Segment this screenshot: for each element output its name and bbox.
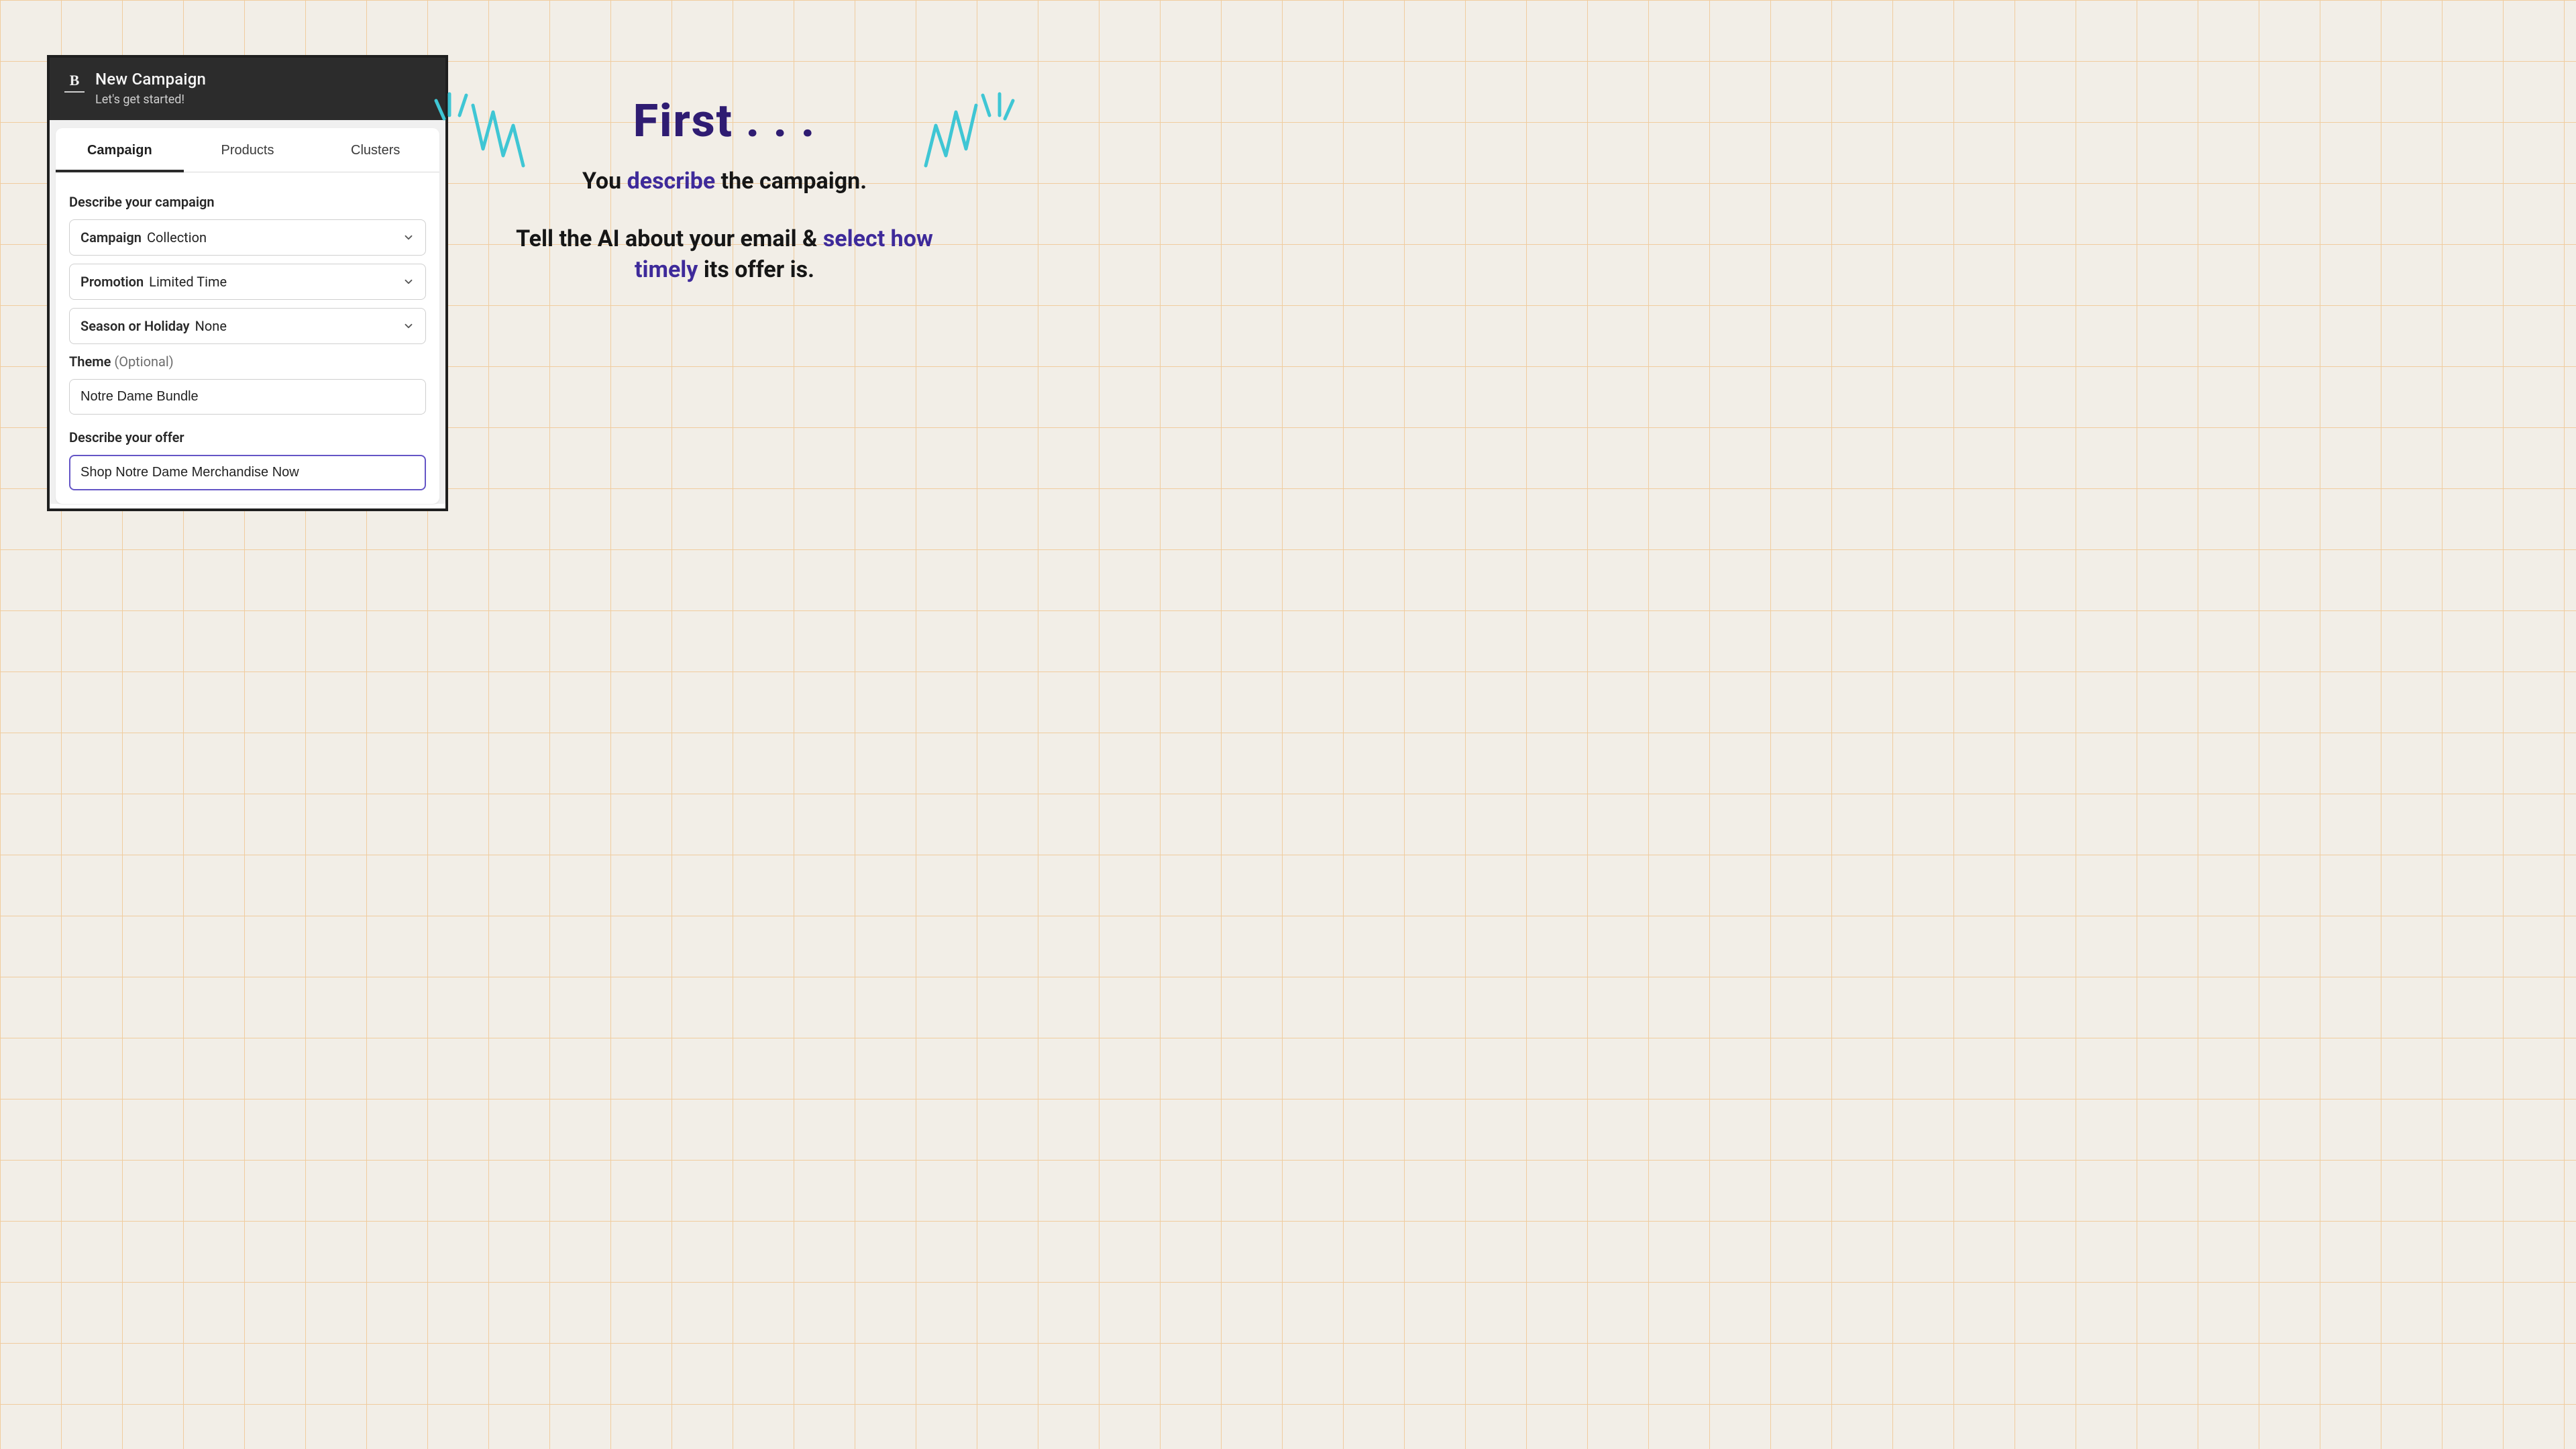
burst-right-icon [919,89,1020,176]
campaign-select[interactable]: Campaign Collection [69,219,426,256]
line1-post: the campaign. [715,168,867,195]
theme-label: Theme (Optional) [69,354,426,370]
explainer-line-2: Tell the AI about your email & select ho… [510,224,939,286]
theme-label-text: Theme [69,354,111,370]
explainer-line-1: You describe the campaign. [510,166,939,197]
theme-optional: (Optional) [114,354,173,370]
promotion-select-left: Promotion Limited Time [80,274,227,290]
app-body: Campaign Products Clusters Describe your… [50,120,445,504]
header-titles: New Campaign Let's get started! [95,70,206,107]
burst-left-icon [429,89,530,176]
chevron-down-icon [402,320,415,332]
brand-logo-letter: B [70,72,80,89]
form-card: Campaign Products Clusters Describe your… [56,128,439,504]
tab-products[interactable]: Products [184,128,312,172]
brand-logo: B [64,70,85,93]
promotion-select[interactable]: Promotion Limited Time [69,264,426,300]
page-subtitle: Let's get started! [95,93,206,107]
hero-title: First . . . [633,94,816,148]
app-header: B New Campaign Let's get started! [50,58,445,120]
explainer: First . . . You describe the campaign. T… [510,94,939,286]
stage: B New Campaign Let's get started! Campai… [0,0,977,547]
app-panel: B New Campaign Let's get started! Campai… [47,55,448,511]
chevron-down-icon [402,276,415,288]
promotion-select-label: Promotion [80,274,144,290]
form-area: Describe your campaign Campaign Collecti… [56,172,439,490]
line1-pre: You [582,168,627,195]
tab-campaign[interactable]: Campaign [56,128,184,172]
page-title: New Campaign [95,70,206,89]
campaign-select-value: Collection [147,229,207,246]
line1-accent: describe [627,168,716,195]
season-select-left: Season or Holiday None [80,318,227,334]
describe-campaign-label: Describe your campaign [69,194,426,210]
tabs: Campaign Products Clusters [56,128,439,172]
line2-post: its offer is. [698,256,814,283]
offer-label: Describe your offer [69,429,426,445]
season-select-label: Season or Holiday [80,318,190,334]
promotion-select-value: Limited Time [149,274,227,290]
season-select[interactable]: Season or Holiday None [69,308,426,344]
campaign-select-left: Campaign Collection [80,229,207,246]
offer-input[interactable] [69,455,426,490]
chevron-down-icon [402,231,415,244]
campaign-select-label: Campaign [80,229,142,246]
tab-clusters[interactable]: Clusters [311,128,439,172]
hero: First . . . [510,94,939,148]
line2-pre: Tell the AI about your email & [516,225,823,252]
season-select-value: None [195,318,227,334]
theme-input[interactable] [69,379,426,415]
